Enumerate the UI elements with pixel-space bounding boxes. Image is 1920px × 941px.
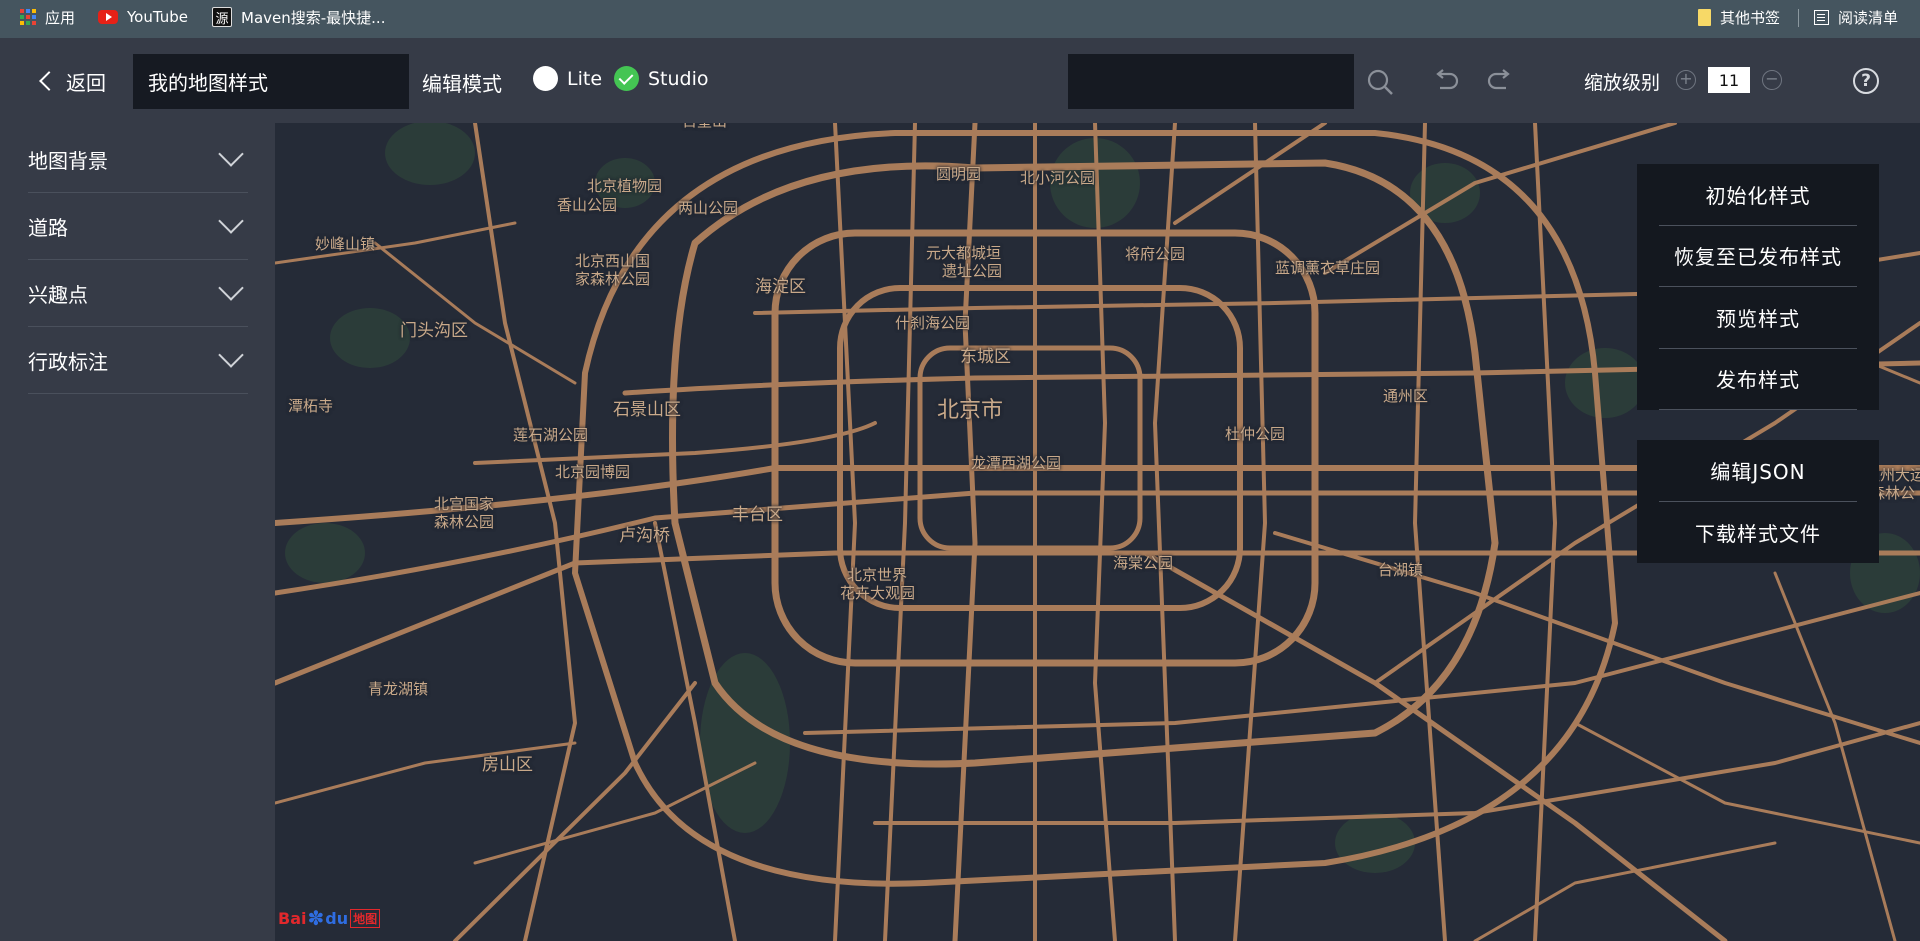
map-label-botanical-garden: 北京植物园 [587, 177, 663, 195]
search-icon[interactable] [1366, 68, 1394, 96]
style-category-sidebar: 地图背景 道路 兴趣点 行政标注 [0, 123, 275, 941]
zoom-level-label: 缩放级别 [1584, 72, 1661, 94]
bookmark-other-label: 其他书签 [1720, 8, 1781, 27]
editor-toolbar: 返回 编辑模式 Lite Studio 缩放级别 + − ? [0, 38, 1920, 123]
map-label-xishan-2: 家森林公园 [575, 270, 651, 288]
map-label-yuandadu-2: 遗址公园 [942, 262, 1003, 280]
map-label-lianshihu: 莲石湖公园 [513, 426, 589, 444]
map-label-haidian: 海淀区 [755, 277, 806, 297]
undo-icon[interactable] [1432, 68, 1460, 94]
map-label-fengtai: 丰台区 [732, 505, 783, 525]
zoom-level-input[interactable] [1708, 67, 1750, 93]
chevron-left-icon [39, 71, 59, 91]
youtube-icon [98, 10, 118, 24]
restore-published-button[interactable]: 恢复至已发布样式 [1659, 226, 1857, 287]
logo-ditu: 地图 [350, 908, 381, 928]
sidebar-item-admin-labels[interactable]: 行政标注 [28, 327, 248, 394]
bookmark-maven[interactable]: 源 Maven搜索-最快捷... [212, 0, 385, 34]
bookmark-maven-label: Maven搜索-最快捷... [241, 8, 386, 27]
bookmark-apps-label: 应用 [45, 8, 76, 27]
chevron-down-icon [218, 208, 244, 234]
init-style-button[interactable]: 初始化样式 [1659, 164, 1857, 226]
reading-list[interactable]: 阅读清单 [1814, 0, 1898, 34]
map-label-tongzhou: 通州区 [1383, 387, 1429, 405]
bookmark-youtube[interactable]: YouTube [98, 0, 188, 34]
sidebar-item-roads[interactable]: 道路 [28, 193, 248, 260]
map-label-duzhong: 杜仲公园 [1225, 425, 1286, 443]
logo-du: du [325, 908, 349, 928]
reading-list-icon [1814, 9, 1829, 25]
map-label-yuanbowan: 北京园博园 [555, 463, 631, 481]
map-label-shijingshan: 石景山区 [613, 400, 681, 420]
map-label-longtanxihu: 龙潭西湖公园 [971, 454, 1062, 472]
style-name-input[interactable] [133, 54, 409, 109]
map-label-yuanmingyuan: 圆明园 [936, 165, 982, 183]
mode-lite-radio[interactable]: Lite [533, 66, 602, 91]
map-search-input[interactable] [1068, 54, 1354, 109]
map-label-miaofengshan: 妙峰山镇 [315, 235, 376, 253]
map-label-dongcheng: 东城区 [960, 347, 1011, 367]
map-label-beigong-2: 森林公园 [434, 513, 495, 531]
publish-style-button[interactable]: 发布样式 [1659, 349, 1857, 410]
back-label: 返回 [66, 70, 106, 95]
baidu-map-logo: Bai ✽ du 地图 [278, 903, 381, 933]
sidebar-item-poi[interactable]: 兴趣点 [28, 260, 248, 327]
map-label-beixiaohe: 北小河公园 [1020, 169, 1096, 187]
check-circle-icon [614, 66, 639, 91]
map-label-xiangshan: 香山公园 [557, 196, 618, 214]
bookmark-apps[interactable]: 应用 [20, 0, 75, 34]
maven-source-icon: 源 [212, 7, 232, 27]
map-label-beijing-city: 北京市 [937, 398, 1004, 423]
map-label-lantian: 蓝调薰衣草庄园 [1275, 259, 1381, 277]
map-label-lianghuashan: 两山公园 [678, 199, 739, 217]
edit-mode-label: 编辑模式 [422, 72, 502, 96]
mode-studio-label: Studio [648, 67, 709, 90]
radio-unchecked-icon [533, 66, 558, 91]
sidebar-item-label: 道路 [28, 215, 68, 240]
map-label-baiwangshan: 百望山 [682, 123, 727, 131]
download-style-button[interactable]: 下载样式文件 [1659, 502, 1857, 564]
help-icon[interactable]: ? [1853, 68, 1879, 94]
map-label-shijie-2: 花卉大观园 [840, 584, 916, 602]
chevron-down-icon [218, 342, 244, 368]
map-label-haitang: 海棠公园 [1113, 554, 1174, 572]
reading-list-label: 阅读清单 [1838, 8, 1899, 27]
bookmarks-bar: 应用 YouTube 源 Maven搜索-最快捷... 其他书签 阅读清单 [0, 0, 1920, 38]
map-label-tanzhesi: 潭柘寺 [288, 397, 334, 415]
back-button[interactable]: 返回 [36, 66, 106, 96]
map-label-jiangfu: 将府公园 [1125, 245, 1186, 263]
edit-json-button[interactable]: 编辑JSON [1659, 440, 1857, 502]
map-label-fangshan: 房山区 [482, 755, 533, 775]
map-label-shichahai: 什刹海公园 [895, 314, 971, 332]
chevron-down-icon [218, 141, 244, 167]
chevron-down-icon [218, 275, 244, 301]
map-label-qinglonghu: 青龙湖镇 [368, 680, 429, 698]
map-label-mentougou: 门头沟区 [400, 321, 468, 341]
apps-grid-icon [20, 9, 36, 25]
bookmark-other[interactable]: 其他书签 [1698, 0, 1780, 34]
paw-icon: ✽ [307, 906, 325, 930]
map-label-lugouqiao: 卢沟桥 [619, 526, 670, 546]
zoom-in-icon[interactable]: + [1676, 70, 1696, 90]
style-actions-panel: 初始化样式 恢复至已发布样式 预览样式 发布样式 [1637, 164, 1879, 410]
sidebar-item-label: 行政标注 [28, 349, 108, 374]
mode-studio-radio[interactable]: Studio [614, 66, 709, 91]
map-label-taihu: 台湖镇 [1378, 561, 1424, 579]
bookmark-youtube-label: YouTube [127, 8, 188, 26]
sidebar-item-map-background[interactable]: 地图背景 [28, 126, 248, 193]
sidebar-item-label: 兴趣点 [28, 282, 88, 307]
json-actions-panel: 编辑JSON 下载样式文件 [1637, 440, 1879, 563]
folder-icon [1698, 8, 1711, 26]
preview-style-button[interactable]: 预览样式 [1659, 287, 1857, 349]
logo-bai: Bai [278, 908, 307, 928]
mode-lite-label: Lite [567, 67, 603, 90]
zoom-out-icon[interactable]: − [1762, 70, 1782, 90]
sidebar-item-label: 地图背景 [28, 148, 108, 173]
redo-icon[interactable] [1486, 68, 1514, 94]
bookmarks-divider [1798, 9, 1799, 27]
